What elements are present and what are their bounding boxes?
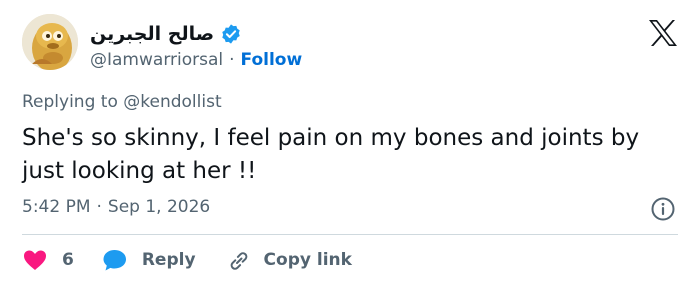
- replying-to-prefix: Replying to: [22, 92, 118, 112]
- like-count: 6: [62, 250, 74, 270]
- timestamp-separator: ·: [96, 197, 102, 217]
- info-icon[interactable]: [650, 196, 676, 222]
- tweet-actions: 6 Reply Copy link: [22, 244, 352, 276]
- author-handle[interactable]: @Iamwarriorsal: [90, 50, 223, 70]
- reply-bubble-icon: [103, 250, 126, 271]
- like-button[interactable]: 6: [22, 248, 74, 272]
- handle-separator: ·: [229, 50, 235, 70]
- verified-badge-icon: [220, 23, 242, 45]
- cartoon-character-avatar-icon: [22, 14, 78, 70]
- divider: [22, 234, 678, 235]
- heart-icon: [24, 250, 46, 270]
- tweet-timestamp[interactable]: 5:42 PM · Sep 1, 2026: [22, 197, 210, 217]
- author-handle-row: @Iamwarriorsal · Follow: [90, 48, 302, 72]
- tweet-text: She's so skinny, I feel pain on my bones…: [22, 125, 640, 184]
- reply-button[interactable]: Reply: [102, 248, 196, 272]
- author-display-name[interactable]: صالح الجبرين: [90, 23, 214, 45]
- link-icon: [230, 252, 247, 270]
- avatar[interactable]: [22, 14, 78, 70]
- replying-to-line: Replying to @kendollist: [22, 92, 222, 112]
- follow-button[interactable]: Follow: [241, 50, 303, 70]
- replying-to-mention[interactable]: @kendollist: [123, 92, 221, 112]
- author-name-row[interactable]: صالح الجبرين: [90, 20, 242, 48]
- tweet-time[interactable]: 5:42 PM: [22, 197, 91, 217]
- reply-label: Reply: [141, 250, 196, 270]
- copy-link-button[interactable]: Copy link: [226, 248, 352, 272]
- copy-link-label: Copy link: [263, 250, 352, 270]
- x-logo-icon[interactable]: [648, 19, 678, 47]
- tweet-date[interactable]: Sep 1, 2026: [108, 197, 210, 217]
